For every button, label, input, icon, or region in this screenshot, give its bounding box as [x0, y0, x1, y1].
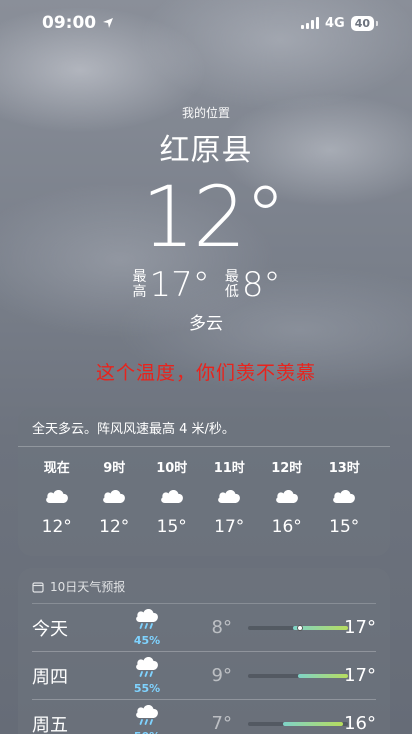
precip-chance: 50%: [134, 730, 160, 734]
cloud-rain-icon: [134, 656, 160, 684]
weather-condition: 多云: [189, 314, 223, 334]
battery-level: 40: [354, 16, 370, 30]
temp-range-fill: [298, 673, 348, 678]
hour-time: 现在: [43, 461, 70, 476]
hour-temp: 15°: [329, 517, 360, 537]
day-high: 17°: [344, 617, 376, 638]
temp-range-fill: [283, 721, 343, 726]
hour-item: 12时 16°: [258, 457, 316, 537]
cloud-icon: [101, 477, 127, 513]
hour-item: 141: [373, 457, 390, 537]
day-low: 9°: [211, 665, 232, 686]
current-temp-dot: [297, 624, 303, 631]
low-group: 最低 8°: [224, 265, 281, 305]
hour-temp: 12°: [99, 517, 130, 537]
temp-range-bar: [248, 721, 348, 726]
day-icon: 55%: [122, 656, 172, 695]
cloud-icon: [274, 477, 300, 513]
hour-temp: 16°: [271, 517, 302, 537]
daily-forecast-card[interactable]: 10日天气预报 今天 45% 8° 17° 周四 55% 9° 17° 周五 50% 7° 16°: [18, 568, 390, 734]
day-high: 17°: [344, 665, 376, 686]
hour-time: 12时: [271, 461, 303, 476]
hourly-summary: 全天多云。阵风风速最高 4 米/秒。: [18, 408, 390, 447]
day-icon: 50%: [122, 704, 172, 734]
hour-temp: 15°: [156, 517, 187, 537]
battery-icon: 40: [350, 15, 379, 31]
hour-item: 9时 12°: [86, 457, 144, 537]
hour-item: 10时 15°: [143, 457, 201, 537]
hour-item: 11时 17°: [201, 457, 259, 537]
hour-time: 11时: [213, 461, 245, 476]
location-header: 我的位置 红原县 12° 最高 17° 最低 8° 多云 这个温度，你们羡不羡慕: [0, 104, 412, 385]
cloud-icon: [159, 477, 185, 513]
day-icon: 45%: [122, 608, 172, 647]
network-type: 4G: [324, 15, 345, 31]
status-left: 09:00: [42, 13, 114, 33]
temp-range-bar: [248, 673, 348, 678]
temp-range-bar: [248, 624, 348, 631]
hour-item: 13时 15°: [316, 457, 374, 537]
hour-temp: 17°: [214, 517, 245, 537]
high-group: 最高 17°: [132, 265, 210, 305]
hour-time: 13时: [328, 461, 360, 476]
day-name: 周五: [32, 714, 68, 734]
high-temperature: 17°: [149, 265, 210, 305]
location-label: 我的位置: [181, 106, 230, 120]
annotation-text: 这个温度，你们羡不羡慕: [95, 362, 316, 384]
cloud-icon: [44, 477, 70, 513]
calendar-icon: [32, 581, 44, 593]
precip-chance: 45%: [133, 634, 161, 647]
daily-title: 10日天气预报: [32, 568, 376, 604]
day-name: 周四: [32, 666, 68, 688]
hour-temp: 12°: [41, 517, 72, 537]
precip-chance: 55%: [133, 682, 161, 695]
high-low: 最高 17° 最低 8°: [0, 265, 412, 305]
hour-time: 9时: [103, 461, 126, 476]
status-time: 09:00: [42, 13, 97, 33]
cloud-icon: [331, 477, 357, 513]
cloud-rain-icon: [134, 704, 160, 732]
day-low: 8°: [211, 617, 232, 638]
day-name: 今天: [32, 618, 68, 640]
location-arrow-icon: [103, 18, 114, 28]
low-temperature: 8°: [241, 265, 281, 305]
cloud-icon: [389, 477, 390, 513]
day-row[interactable]: 周四 55% 9° 17°: [32, 652, 376, 700]
hour-item: 现在 12°: [28, 457, 86, 537]
daily-title-text: 10日天气预报: [50, 580, 126, 594]
low-label: 最低: [224, 269, 239, 300]
status-right: 4G 40: [300, 15, 379, 31]
daily-list: 今天 45% 8° 17° 周四 55% 9° 17° 周五 50% 7° 16°: [18, 604, 390, 734]
cloud-icon: [216, 477, 242, 513]
day-row[interactable]: 今天 45% 8° 17°: [32, 604, 376, 652]
city-name: 红原县: [159, 133, 253, 168]
hourly-list[interactable]: 现在 12° 9时 12° 10时 15° 11时 17° 12时 16° 13时 15° 141: [18, 447, 390, 537]
hourly-forecast-card[interactable]: 全天多云。阵风风速最高 4 米/秒。 现在 12° 9时 12° 10时 15° 11时 17…: [18, 408, 390, 556]
cloud-rain-icon: [134, 608, 160, 636]
day-row[interactable]: 周五 50% 7° 16°: [32, 700, 376, 734]
signal-icon: [300, 17, 319, 29]
status-bar: 09:00 4G 40: [0, 0, 412, 46]
high-label: 最高: [132, 269, 147, 300]
hour-time: 10时: [156, 461, 188, 476]
day-high: 16°: [344, 713, 376, 734]
day-low: 7°: [211, 713, 232, 734]
current-temperature: 12°: [141, 168, 287, 266]
